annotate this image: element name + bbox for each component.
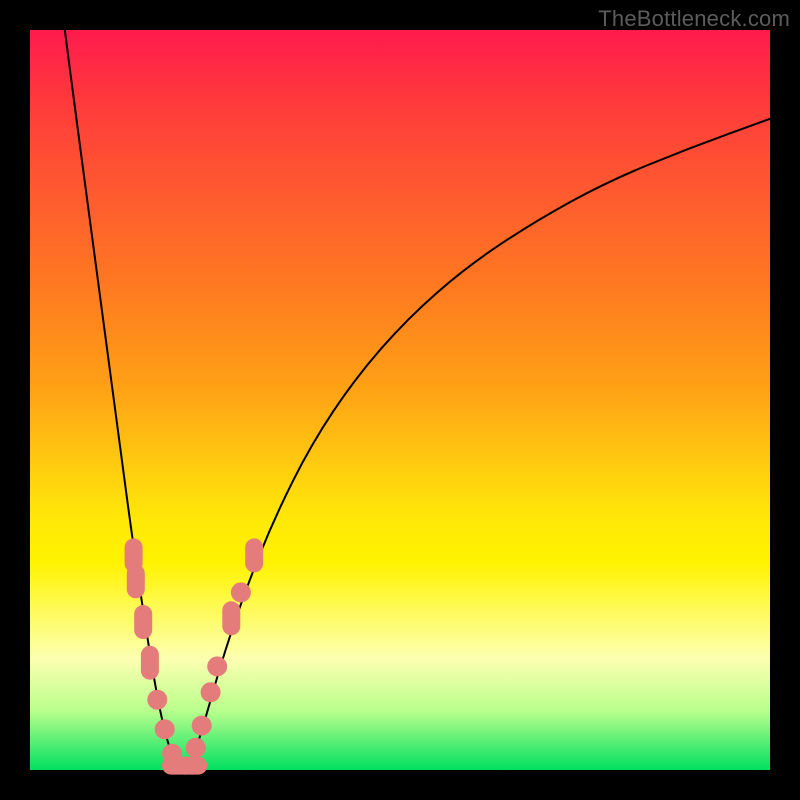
plot-area <box>30 30 770 770</box>
data-marker <box>141 646 159 680</box>
data-marker <box>147 690 167 710</box>
data-marker <box>222 601 240 635</box>
marker-group <box>125 538 264 774</box>
curve-right-branch <box>189 119 770 767</box>
data-marker <box>127 564 145 598</box>
chart-frame: TheBottleneck.com <box>0 0 800 800</box>
data-marker <box>134 605 152 639</box>
curve-left-branch <box>65 30 177 766</box>
chart-overlay-svg <box>30 30 770 770</box>
data-marker <box>175 757 207 775</box>
data-marker <box>231 582 251 602</box>
data-marker <box>186 738 206 758</box>
watermark-label: TheBottleneck.com <box>598 6 790 32</box>
data-marker <box>207 656 227 676</box>
data-marker <box>245 538 263 572</box>
data-marker <box>201 682 221 702</box>
data-marker <box>192 716 212 736</box>
data-marker <box>155 719 175 739</box>
